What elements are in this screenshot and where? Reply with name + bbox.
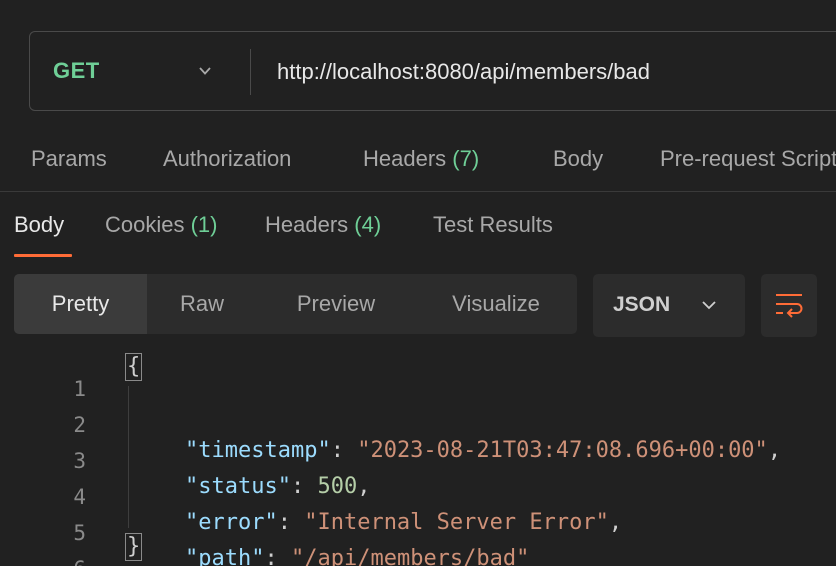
view-mode-raw[interactable]: Raw	[147, 274, 257, 334]
url-divider	[250, 49, 251, 95]
code-line: 6 }	[0, 532, 836, 566]
tab-params[interactable]: Params	[31, 146, 107, 172]
postman-window: GET http://localhost:8080/api/members/ba…	[0, 0, 836, 566]
view-mode-selector: Pretty Raw Preview Visualize	[14, 274, 577, 334]
chevron-down-icon	[702, 301, 716, 310]
tab-headers-label: Headers	[363, 146, 447, 171]
tab-pre-request-script[interactable]: Pre-request Script	[660, 146, 836, 172]
response-tab-headers[interactable]: Headers (4)	[265, 212, 381, 238]
response-tab-cookies[interactable]: Cookies (1)	[105, 212, 218, 238]
divider	[0, 191, 836, 192]
tab-headers[interactable]: Headers (7)	[363, 146, 479, 172]
response-tab-headers-count: (4)	[354, 212, 382, 237]
tab-headers-count: (7)	[452, 146, 480, 171]
close-brace: }	[124, 533, 143, 561]
response-tab-cookies-count: (1)	[190, 212, 218, 237]
code-line: 3 "status": 500,	[0, 424, 836, 499]
request-url-bar: GET http://localhost:8080/api/members/ba…	[29, 31, 836, 111]
response-tab-headers-label: Headers	[265, 212, 349, 237]
view-mode-visualize[interactable]: Visualize	[415, 274, 577, 334]
response-tab-cookies-label: Cookies	[105, 212, 185, 237]
wrap-lines-icon	[776, 294, 803, 318]
code-line: 2 "timestamp": "2023-08-21T03:47:08.696+…	[0, 388, 836, 463]
format-select[interactable]: JSON	[593, 274, 745, 337]
view-mode-preview[interactable]: Preview	[257, 274, 415, 334]
code-line: 5 "path": "/api/members/bad"	[0, 496, 836, 566]
url-input[interactable]: http://localhost:8080/api/members/bad	[277, 59, 650, 85]
response-tab-test-results[interactable]: Test Results	[433, 212, 553, 238]
format-label: JSON	[613, 293, 671, 316]
view-mode-pretty[interactable]: Pretty	[14, 274, 147, 334]
tab-body[interactable]: Body	[553, 146, 603, 172]
tab-authorization[interactable]: Authorization	[163, 146, 291, 172]
open-brace: {	[124, 353, 143, 381]
chevron-down-icon[interactable]	[198, 64, 212, 78]
line-number: 6	[40, 557, 86, 566]
wrap-lines-button[interactable]	[761, 274, 817, 337]
active-tab-indicator	[14, 254, 72, 257]
code-line: 1 {	[0, 352, 836, 401]
method-select[interactable]: GET	[53, 58, 100, 84]
response-tab-body[interactable]: Body	[14, 212, 64, 238]
code-line: 4 "error": "Internal Server Error",	[0, 460, 836, 535]
request-tabs: Params Authorization Headers (7) Body Pr…	[0, 140, 836, 180]
